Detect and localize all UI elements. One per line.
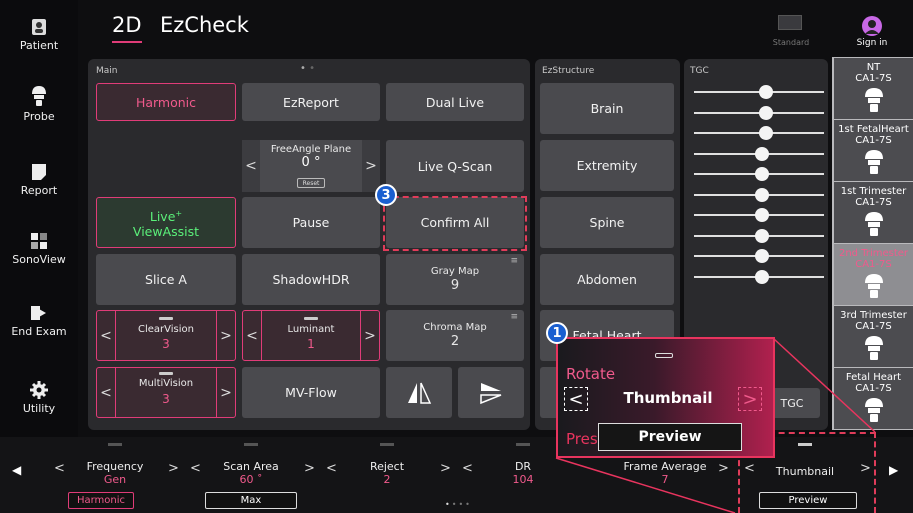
callout-badge-1: 1	[546, 322, 568, 344]
zoom-right-arrow: >	[738, 387, 762, 411]
zoom-callout: Rotate < Thumbnail > Press Preview	[556, 337, 775, 458]
callout-lines	[555, 338, 876, 513]
handle-icon	[655, 353, 673, 358]
zoom-preview-button: Preview	[598, 423, 742, 451]
zoom-left-arrow: <	[564, 387, 588, 411]
zoom-thumbnail-label: Thumbnail	[623, 389, 713, 407]
zoom-rotate-label: Rotate	[566, 365, 616, 383]
